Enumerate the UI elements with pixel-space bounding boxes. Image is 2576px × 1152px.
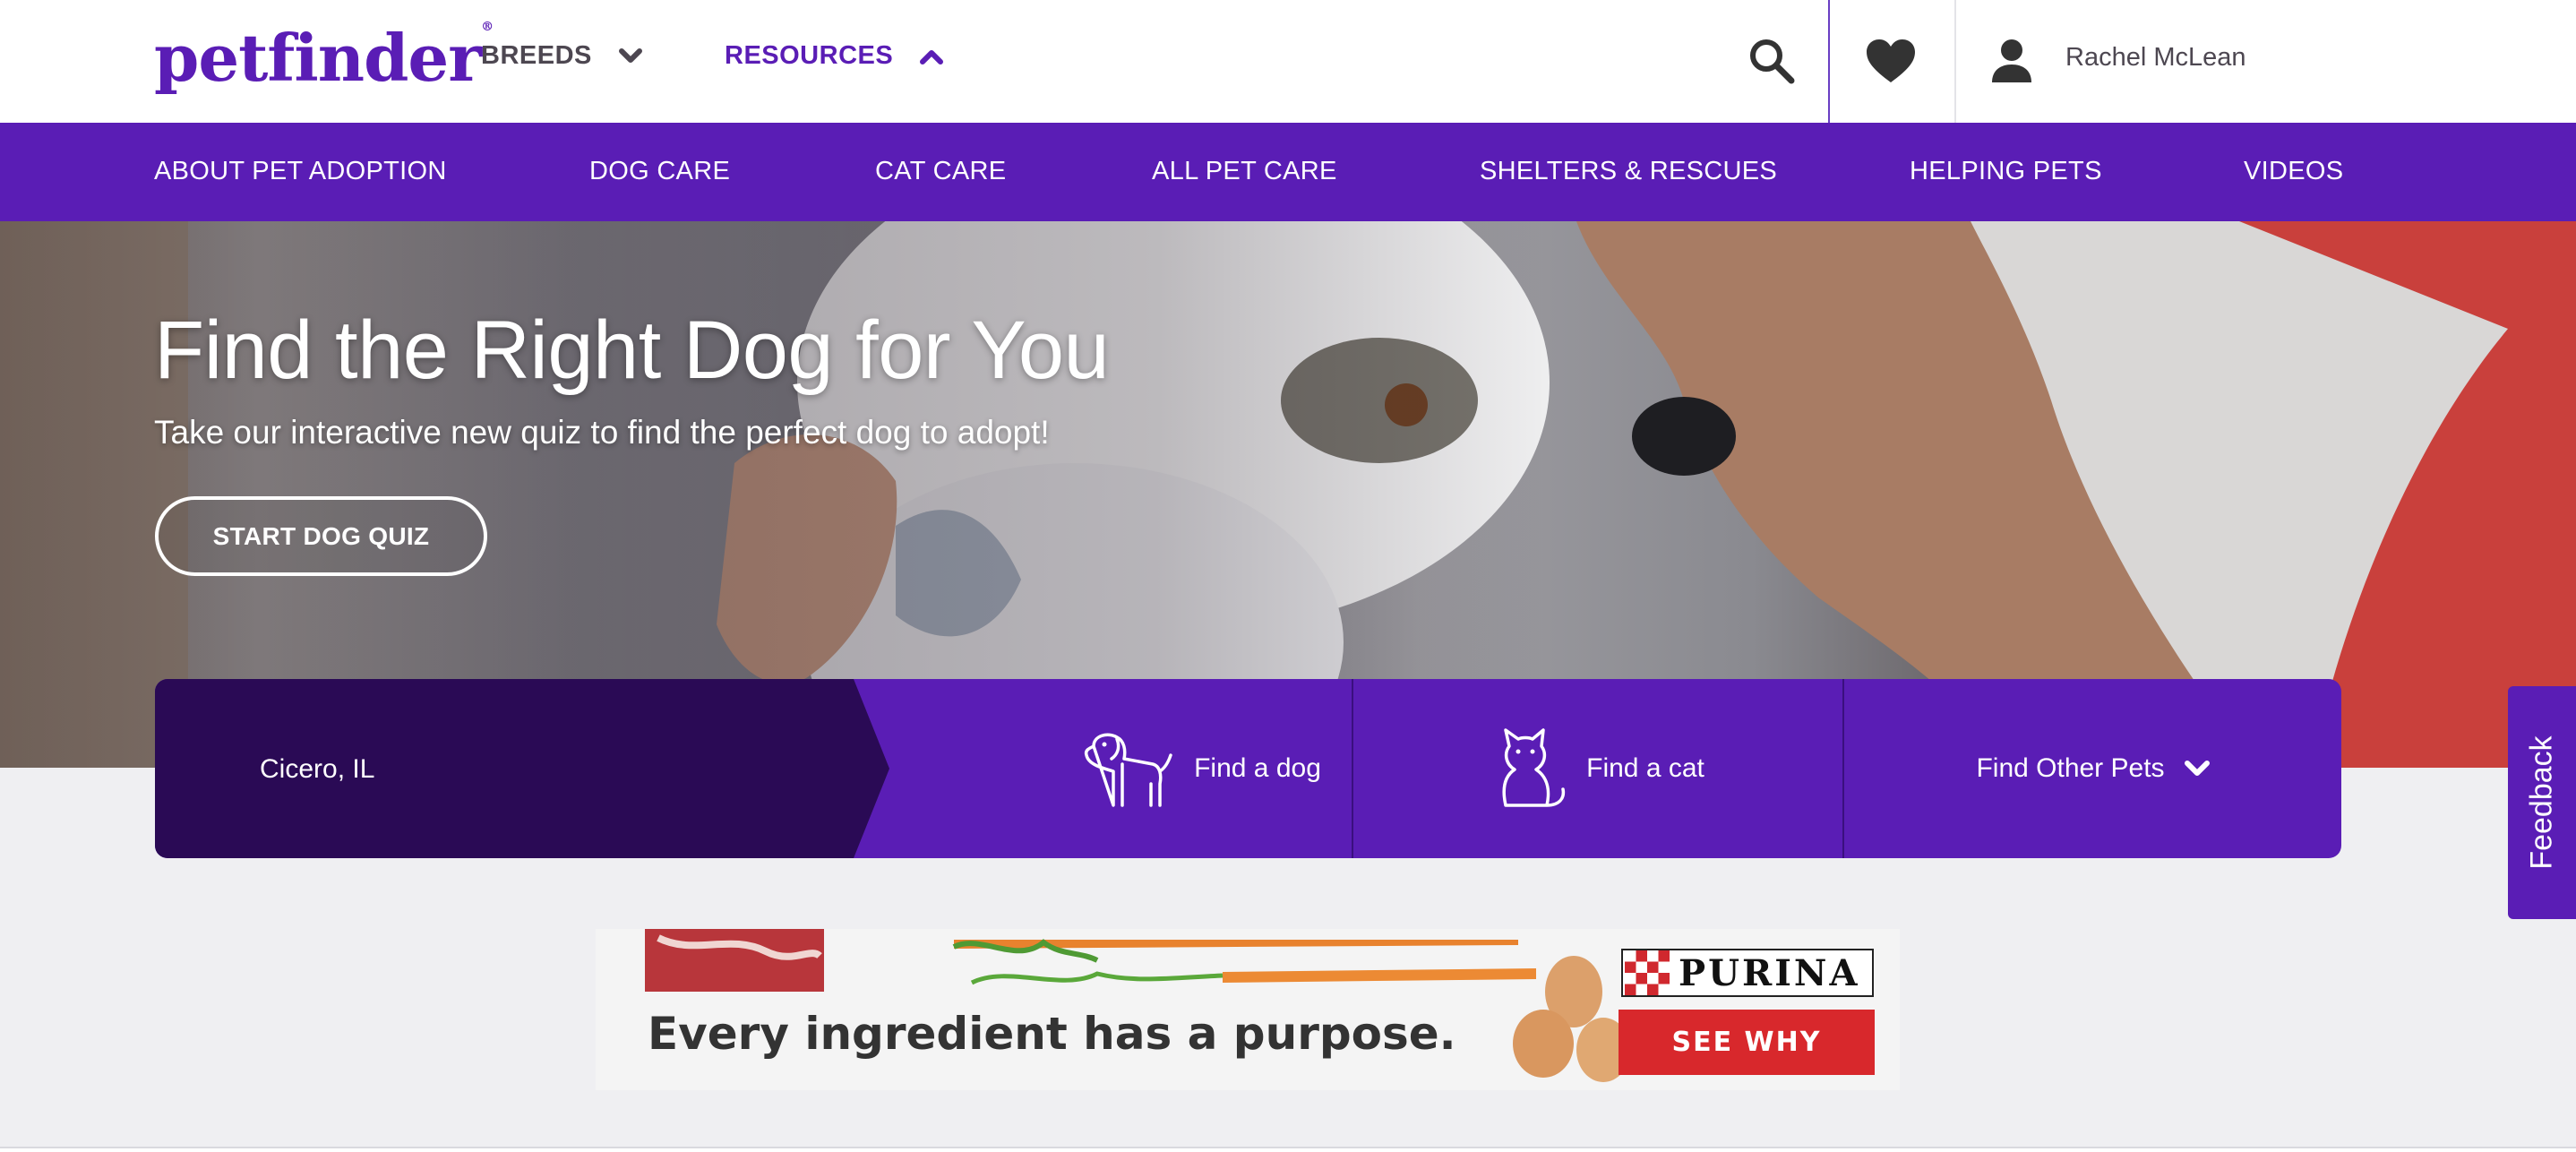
hero-subtitle: Take our interactive new quiz to find th… <box>154 414 1050 451</box>
search-icon <box>1750 39 1795 84</box>
subnav-dog-care[interactable]: DOG CARE <box>589 157 730 186</box>
user-icon <box>1992 39 2031 82</box>
subnav-all-pet-care[interactable]: ALL PET CARE <box>1152 157 1337 186</box>
hero-title: Find the Right Dog for You <box>154 305 1110 396</box>
chevron-down-icon <box>618 47 642 63</box>
purina-ad-banner[interactable]: Every ingredient has a purpose. PURINA S… <box>596 929 1900 1090</box>
subnav-shelters-rescues[interactable]: SHELTERS & RESCUES <box>1480 157 1777 186</box>
header-divider <box>1828 0 1830 123</box>
subnav-helping-pets[interactable]: HELPING PETS <box>1910 157 2102 186</box>
subnav-videos[interactable]: VIDEOS <box>2244 157 2343 186</box>
find-dog-label: Find a dog <box>1194 753 1321 783</box>
location-input[interactable]: Cicero, IL <box>260 754 374 785</box>
pet-search-panel: Cicero, IL Find a dog Find a cat Find Ot… <box>155 679 2341 858</box>
see-why-button[interactable]: SEE WHY <box>1619 1010 1875 1075</box>
find-dog-button[interactable]: Find a dog <box>1051 679 1352 858</box>
subnav-about-pet-adoption[interactable]: ABOUT PET ADOPTION <box>154 157 447 186</box>
feedback-tab[interactable]: Feedback <box>2508 686 2576 919</box>
subnav-cat-care[interactable]: CAT CARE <box>875 157 1006 186</box>
checkerboard-icon <box>1625 950 1670 995</box>
ad-headline: Every ingredient has a purpose. <box>648 1008 1456 1060</box>
find-cat-button[interactable]: Find a cat <box>1353 679 1842 858</box>
chevron-down-icon <box>2184 761 2210 776</box>
page-bottom <box>0 1148 2576 1152</box>
petfinder-logo[interactable]: petfinder® <box>154 20 494 96</box>
heart-icon <box>1867 39 1915 82</box>
user-name[interactable]: Rachel McLean <box>2065 43 2246 73</box>
cat-icon <box>1502 728 1566 807</box>
favorites-button[interactable] <box>1865 38 1917 84</box>
start-dog-quiz-button[interactable]: START DOG QUIZ <box>155 496 487 576</box>
dog-icon <box>1084 733 1172 807</box>
chevron-up-icon <box>920 49 944 64</box>
header-divider <box>1954 0 1956 123</box>
nav-breeds-label: BREEDS <box>481 41 592 70</box>
nav-resources-label: RESOURCES <box>725 41 894 70</box>
find-other-pets-button[interactable]: Find Other Pets <box>1844 679 2341 858</box>
site-header: petfinder® BREEDS RESOURCES Rachel McLea… <box>0 0 2576 123</box>
nav-resources[interactable]: RESOURCES <box>725 41 944 71</box>
search-button[interactable] <box>1745 34 1799 88</box>
find-other-pets-label: Find Other Pets <box>1976 753 2165 783</box>
purina-logo: PURINA <box>1621 949 1874 997</box>
purina-wordmark: PURINA <box>1679 951 1860 994</box>
nav-breeds[interactable]: BREEDS <box>481 41 642 71</box>
user-menu-button[interactable] <box>1990 38 2033 84</box>
find-cat-label: Find a cat <box>1586 753 1704 783</box>
resources-subnav: ABOUT PET ADOPTION DOG CARE CAT CARE ALL… <box>0 123 2576 221</box>
feedback-label: Feedback <box>2524 735 2559 870</box>
